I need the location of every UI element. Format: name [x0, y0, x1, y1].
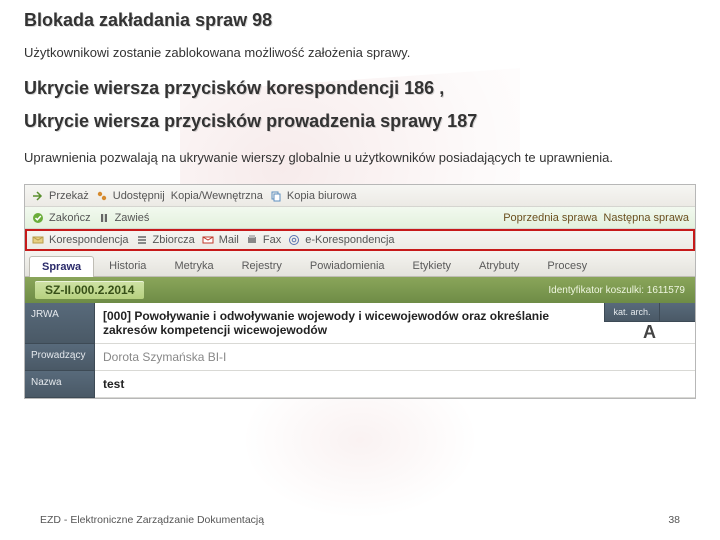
tab-historia[interactable]: Historia: [96, 255, 159, 276]
mail-button[interactable]: Mail: [201, 233, 239, 247]
kopia-biur-label: Kopia biurowa: [287, 190, 357, 202]
poprzednia-link[interactable]: Poprzednia sprawa: [503, 212, 597, 224]
toolbar-row-3: Korespondencja Zbiorcza Mail Fax e-Kores…: [25, 229, 695, 251]
toolbar-row-2: Zakończ Zawieś Poprzednia sprawa Następn…: [25, 207, 695, 229]
prow-label: Prowadzący: [25, 344, 95, 371]
page-footer: EZD - Elektroniczne Zarządzanie Dokument…: [0, 514, 720, 526]
zbiorcza-label: Zbiorcza: [153, 234, 195, 246]
arch-blank: [659, 303, 695, 322]
tab-sprawa[interactable]: Sprawa: [29, 256, 94, 277]
check-icon: [31, 211, 45, 225]
koresp-button[interactable]: Korespondencja: [31, 233, 129, 247]
list-icon: [135, 233, 149, 247]
ekoresp-button[interactable]: e-Korespondencja: [287, 233, 394, 247]
arch-label: kat. arch.: [604, 303, 659, 322]
kopia-wew-button[interactable]: Kopia/Wewnętrzna: [171, 190, 263, 202]
toolbar-row-1: Przekaż Udostępnij Kopia/Wewnętrzna Kopi…: [25, 185, 695, 207]
arch-value: A: [604, 322, 695, 344]
case-header: SZ-II.000.2.2014 Identyfikator koszulki:…: [25, 277, 695, 303]
case-number-badge: SZ-II.000.2.2014: [35, 281, 144, 299]
zakoncz-label: Zakończ: [49, 212, 91, 224]
tab-etykiety[interactable]: Etykiety: [400, 255, 465, 276]
przekaz-label: Przekaż: [49, 190, 89, 202]
footer-page-number: 38: [668, 514, 680, 526]
zakoncz-button[interactable]: Zakończ: [31, 211, 91, 225]
paragraph-1: Użytkownikowi zostanie zablokowana możli…: [24, 43, 696, 64]
envelope-icon: [31, 233, 45, 247]
kopia-wew-label: Kopia/Wewnętrzna: [171, 190, 263, 202]
tab-procesy[interactable]: Procesy: [534, 255, 600, 276]
fax-label: Fax: [263, 234, 281, 246]
udostepnij-button[interactable]: Udostępnij: [95, 189, 165, 203]
tabstrip: Sprawa Historia Metryka Rejestry Powiado…: [25, 251, 695, 277]
przekaz-button[interactable]: Przekaż: [31, 189, 89, 203]
case-meta-label: Identyfikator koszulki:: [548, 285, 644, 296]
fax-button[interactable]: Fax: [245, 233, 281, 247]
ekoresp-label: e-Korespondencja: [305, 234, 394, 246]
footer-left: EZD - Elektroniczne Zarządzanie Dokument…: [40, 514, 264, 526]
tab-rejestry[interactable]: Rejestry: [229, 255, 295, 276]
tab-powiadomienia[interactable]: Powiadomienia: [297, 255, 398, 276]
koresp-label: Korespondencja: [49, 234, 129, 246]
forward-icon: [31, 189, 45, 203]
at-icon: [287, 233, 301, 247]
zawies-label: Zawieś: [115, 212, 150, 224]
case-grid: JRWA [000] Powoływanie i odwoływanie woj…: [25, 303, 695, 398]
case-meta: Identyfikator koszulki: 1611579: [548, 285, 685, 296]
heading-1: Blokada zakładania spraw 98: [24, 10, 696, 31]
nazwa-value: test: [95, 371, 695, 398]
nazwa-label: Nazwa: [25, 371, 95, 398]
mail-label: Mail: [219, 234, 239, 246]
jrwa-label: JRWA: [25, 303, 95, 344]
prow-value: Dorota Szymańska BI-I: [95, 344, 695, 371]
nastepna-link[interactable]: Następna sprawa: [603, 212, 689, 224]
udostepnij-label: Udostępnij: [113, 190, 165, 202]
heading-2: Ukrycie wiersza przycisków korespondencj…: [24, 78, 696, 99]
case-meta-value: 1611579: [647, 285, 685, 296]
mail-icon: [201, 233, 215, 247]
zbiorcza-button[interactable]: Zbiorcza: [135, 233, 195, 247]
share-icon: [95, 189, 109, 203]
app-screenshot: Przekaż Udostępnij Kopia/Wewnętrzna Kopi…: [24, 184, 696, 399]
doc-content: Blokada zakładania spraw 98 Użytkownikow…: [0, 0, 720, 172]
zawies-button[interactable]: Zawieś: [97, 211, 150, 225]
kopia-biur-button[interactable]: Kopia biurowa: [269, 189, 357, 203]
fax-icon: [245, 233, 259, 247]
jrwa-value: [000] Powoływanie i odwoływanie wojewody…: [95, 303, 604, 344]
copy-icon: [269, 189, 283, 203]
pause-icon: [97, 211, 111, 225]
tab-atrybuty[interactable]: Atrybuty: [466, 255, 532, 276]
tab-metryka[interactable]: Metryka: [161, 255, 226, 276]
paragraph-2: Uprawnienia pozwalają na ukrywanie wiers…: [24, 144, 696, 173]
heading-3: Ukrycie wiersza przycisków prowadzenia s…: [24, 111, 696, 132]
